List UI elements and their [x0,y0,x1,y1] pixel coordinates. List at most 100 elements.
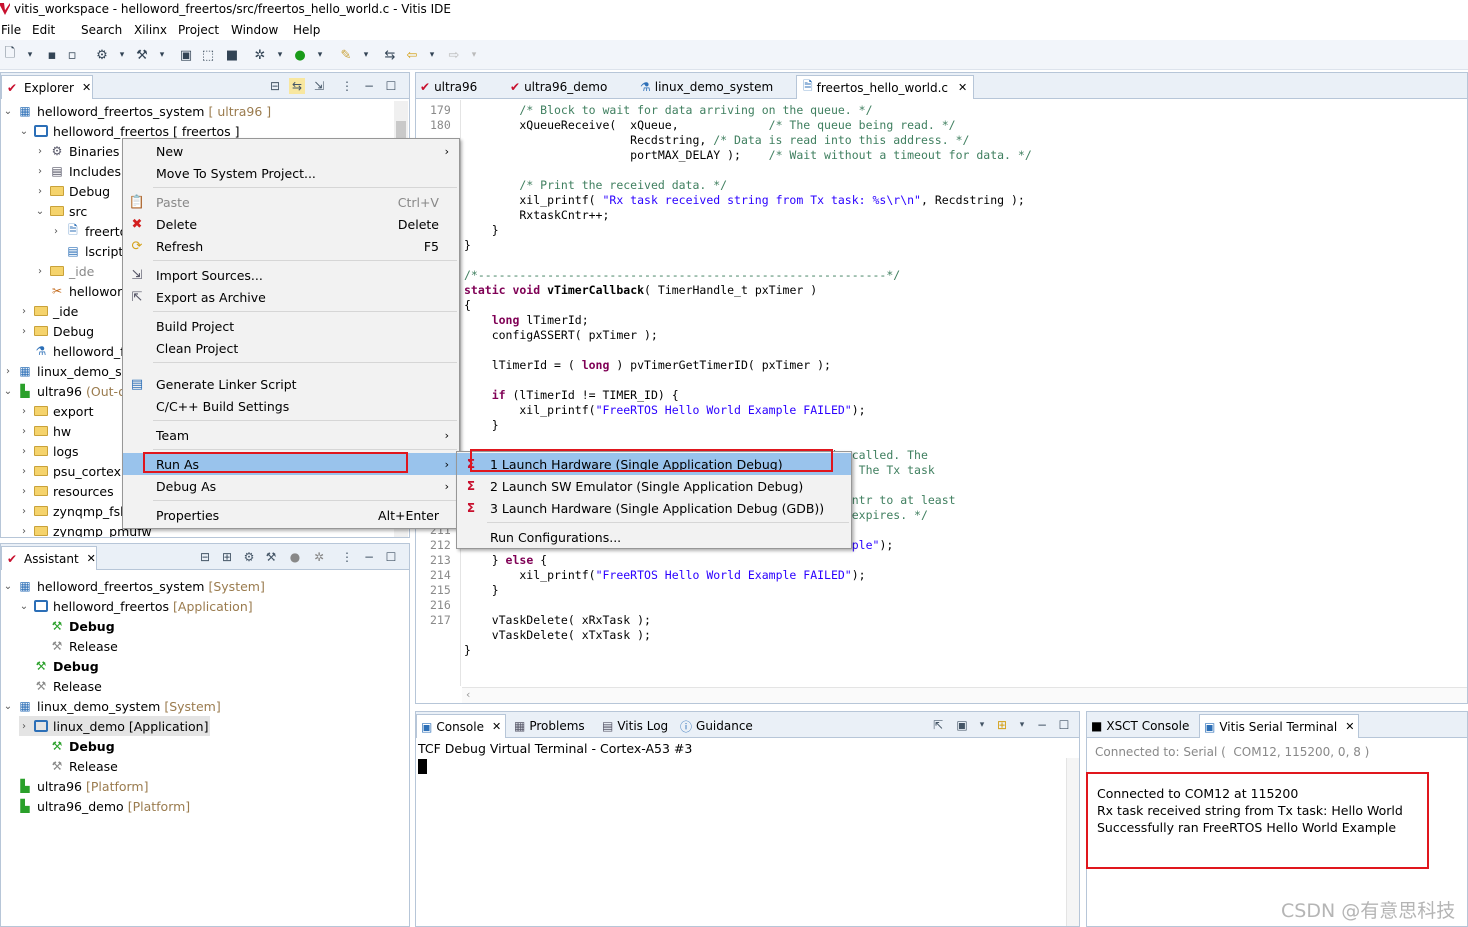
tree-item[interactable]: ⌄ src [35,201,87,221]
submenu-item-launch-hardware-gdb[interactable]: Σ 3 Launch Hardware (Single Application D… [457,497,851,519]
tree-item[interactable]: ⌄ ▦ helloword_freertos_system [System] [3,576,265,596]
tree-item[interactable]: ✂ hellowor [35,281,122,301]
chevron-down-icon[interactable]: ▾ [154,47,170,63]
tree-item[interactable]: › zynqmp_fsb [19,501,128,521]
menu-xilinx[interactable]: Xilinx [134,23,167,37]
maximize-icon[interactable]: ☐ [383,549,399,565]
chevron-right-icon[interactable]: › [19,486,29,497]
tree-item[interactable]: › Debug [19,321,94,341]
last-edit-icon[interactable]: ⇆ [382,47,398,63]
menu-item-clean-project[interactable]: Clean Project [123,337,459,359]
build-hammer-icon[interactable]: ⚒ [263,549,279,565]
menu-item-debug-as[interactable]: Debug As › [123,475,459,497]
program-device-icon[interactable]: ⬚ [200,47,216,63]
menu-file[interactable]: File [1,23,21,37]
new-icon[interactable]: 🗋 [2,46,18,63]
chevron-down-icon[interactable]: ⌄ [3,581,13,592]
tree-item[interactable]: › resources [19,481,114,501]
tree-item[interactable]: › _ide [35,261,94,281]
view-menu-icon[interactable]: ⋮ [339,549,355,565]
editor-horizontal-scrollbar[interactable]: ‹ [462,687,1467,703]
menu-item-export-archive[interactable]: ⇱ Export as Archive [123,286,459,308]
tab-linux-demo-system[interactable]: ⚗ linux_demo_system [640,75,773,99]
debug-bug-icon[interactable]: ✲ [252,47,268,63]
close-icon[interactable]: ✕ [958,81,967,94]
tree-item[interactable]: › export [19,401,94,421]
menu-item-new[interactable]: New › [123,140,459,162]
maximize-icon[interactable]: ☐ [1056,717,1072,733]
tree-item[interactable]: ⌄ helloword_freertos [Application] [19,596,253,616]
chevron-right-icon[interactable]: › [35,186,45,197]
run-icon[interactable]: ● [287,549,303,565]
tree-item[interactable]: ▙ ultra96_demo [Platform] [3,796,190,816]
forward-arrow-icon[interactable]: ⇨ [446,47,462,63]
chevron-right-icon[interactable]: › [35,166,45,177]
tree-item-selected[interactable]: › linux_demo [Application] [19,716,211,736]
chevron-right-icon[interactable]: › [35,266,45,277]
tree-item[interactable]: › psu_cortexr [19,461,126,481]
open-console-icon[interactable]: ⊞ [994,717,1010,733]
tab-ultra96-demo[interactable]: ✔ ultra96_demo [510,75,607,99]
console-scrollbar[interactable] [1066,758,1079,926]
menu-item-team[interactable]: Team › [123,424,459,446]
chevron-right-icon[interactable]: › [19,466,29,477]
chevron-left-icon[interactable]: ‹ [466,688,470,701]
chevron-down-icon[interactable]: ⌄ [3,386,13,397]
menu-help[interactable]: Help [293,23,320,37]
chevron-down-icon[interactable]: ▾ [466,47,482,63]
view-menu-icon[interactable]: ⋮ [339,78,355,94]
xsct-icon[interactable]: ■ [224,47,240,63]
menu-item-move-to-system-project[interactable]: Move To System Project... [123,162,459,184]
chevron-right-icon[interactable]: › [19,326,29,337]
save-all-icon[interactable]: ▫ [64,47,80,63]
pin-console-icon[interactable]: ⇱ [930,717,946,733]
tree-item[interactable]: ⚒ Release [19,676,102,696]
terminal-icon[interactable]: ▣ [178,47,194,63]
chevron-down-icon[interactable]: ⌄ [3,701,13,712]
pen-icon[interactable]: ✎ [338,47,354,63]
chevron-down-icon[interactable]: ⌄ [19,126,29,137]
gear-icon[interactable]: ⚙ [241,549,257,565]
tree-item[interactable]: › 🗎 freerto [51,221,127,241]
chevron-right-icon[interactable]: › [19,446,29,457]
chevron-right-icon[interactable]: › [19,721,29,732]
tab-vitis-log[interactable]: ▤ Vitis Log [602,714,668,738]
menu-item-generate-linker-script[interactable]: ▤ Generate Linker Script [123,373,459,395]
chevron-right-icon[interactable]: › [19,526,29,537]
chevron-down-icon[interactable]: ⌄ [19,601,29,612]
maximize-icon[interactable]: ☐ [383,78,399,94]
chevron-down-icon[interactable]: ▾ [312,47,328,63]
tree-item[interactable]: › ▤ Includes [35,161,121,181]
chevron-down-icon[interactable]: ▾ [114,47,130,63]
chevron-down-icon[interactable]: ▾ [22,47,38,63]
menu-search[interactable]: Search [81,23,122,37]
chevron-down-icon[interactable]: ▾ [974,717,990,733]
tree-item[interactable]: › _ide [19,301,78,321]
menu-window[interactable]: Window [231,23,278,37]
chevron-down-icon[interactable]: ⌄ [35,206,45,217]
back-arrow-icon[interactable]: ⇦ [404,47,420,63]
minimize-icon[interactable]: − [361,78,377,94]
tab-guidance[interactable]: ⓘ Guidance [680,714,753,738]
close-icon[interactable]: ✕ [82,81,91,94]
menu-item-paste[interactable]: 📋 Paste Ctrl+V [123,191,459,213]
close-icon[interactable]: ✕ [1345,720,1354,733]
chevron-down-icon[interactable]: ▾ [272,47,288,63]
save-icon[interactable]: ▪ [44,47,60,63]
close-icon[interactable]: ✕ [87,552,96,565]
chevron-right-icon[interactable]: › [19,406,29,417]
tree-item[interactable]: ⌄ ▙ ultra96 (Out-o [3,381,126,401]
tab-freertos-hello-world[interactable]: 🗎 freertos_hello_world.c ✕ [796,75,975,99]
tree-item[interactable]: › ▦ linux_demo_sy [3,361,129,381]
tab-problems[interactable]: ▦ Problems [514,714,585,738]
tab-explorer[interactable]: ✔ Explorer ✕ [1,75,93,99]
menu-item-refresh[interactable]: ⟳ Refresh F5 [123,235,459,257]
tree-item[interactable]: ⚒ Release [35,756,118,776]
tree-item[interactable]: ⚒ Debug [19,656,99,676]
tab-ultra96[interactable]: ✔ ultra96 [420,75,477,99]
tree-item[interactable]: ▤ lscript [51,241,123,261]
menu-item-build-settings[interactable]: C/C++ Build Settings [123,395,459,417]
chevron-right-icon[interactable]: › [35,146,45,157]
build-hammer-icon[interactable]: ⚒ [134,47,150,63]
tree-item[interactable]: ⚗ helloword_f [19,341,125,361]
